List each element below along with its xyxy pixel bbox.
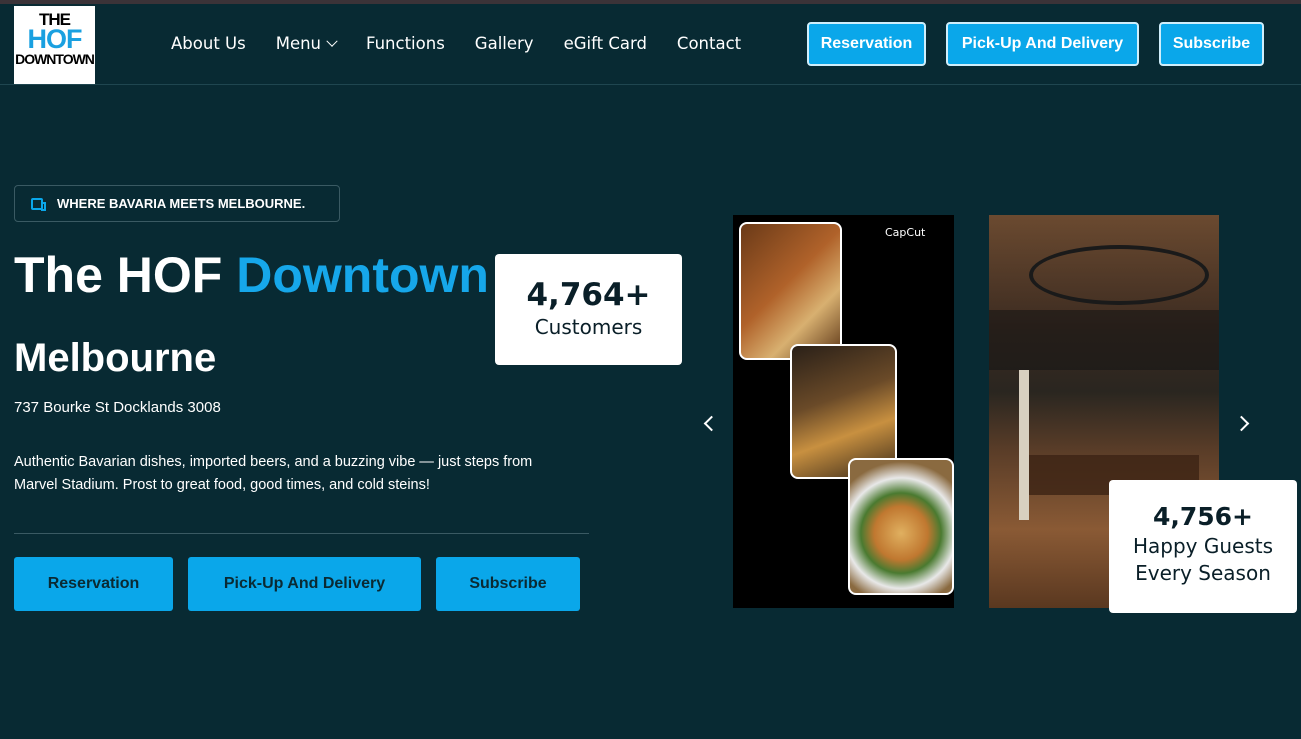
chevron-down-icon	[326, 35, 338, 47]
header-reservation-button[interactable]: Reservation	[807, 22, 926, 66]
title-part-1: The HOF	[14, 247, 223, 303]
divider	[14, 533, 589, 534]
site-logo[interactable]: THE HOF DOWNTOWN	[14, 6, 95, 84]
food-collage-image: CapCut	[733, 215, 954, 608]
stat-label: Customers	[534, 315, 643, 339]
hero-pickup-delivery-button[interactable]: Pick-Up And Delivery	[188, 557, 421, 611]
balcony-shape	[989, 310, 1219, 370]
stat-label-line-1: Happy Guests	[1132, 534, 1274, 558]
logo-line-3: DOWNTOWN	[15, 51, 95, 67]
collage-photo-chicken	[739, 222, 842, 360]
collage-photo-pasta	[848, 458, 954, 595]
nav-item-menu[interactable]: Menu	[275, 34, 338, 53]
chevron-right-icon[interactable]	[1233, 415, 1250, 432]
main-nav: About Us Menu Functions Gallery eGift Ca…	[171, 34, 771, 53]
tagline-text: WHERE BAVARIA MEETS MELBOURNE.	[57, 196, 306, 211]
site-header: THE HOF DOWNTOWN About Us Menu Functions…	[0, 4, 1301, 85]
beer-mug-icon	[31, 197, 46, 211]
nav-item-contact[interactable]: Contact	[677, 34, 741, 53]
stat-value: 4,764+	[526, 277, 651, 313]
stat-label-line-2: Every Season	[1135, 561, 1271, 585]
logo-line-2: HOF	[27, 24, 83, 54]
nav-item-gallery[interactable]: Gallery	[475, 34, 534, 53]
page-title: The HOF Downtown	[14, 246, 489, 304]
nav-item-functions[interactable]: Functions	[366, 34, 445, 53]
chevron-left-icon[interactable]	[703, 415, 720, 432]
stat-value: 4,756+	[1152, 502, 1254, 531]
chandelier-shape	[1029, 245, 1209, 305]
stat-card-happy-guests: 4,756+ Happy Guests Every Season	[1109, 480, 1297, 613]
tagline-badge: WHERE BAVARIA MEETS MELBOURNE.	[14, 185, 340, 222]
address: 737 Bourke St Docklands 3008	[14, 399, 221, 416]
hero-reservation-button[interactable]: Reservation	[14, 557, 173, 611]
header-pickup-delivery-button[interactable]: Pick-Up And Delivery	[946, 22, 1139, 66]
nav-item-about-us[interactable]: About Us	[171, 34, 246, 53]
hero-subscribe-button[interactable]: Subscribe	[436, 557, 580, 611]
header-subscribe-button[interactable]: Subscribe	[1159, 22, 1264, 66]
pillar-shape	[1019, 370, 1029, 520]
stat-card-customers: 4,764+ Customers	[495, 254, 682, 365]
capcut-watermark: CapCut	[885, 226, 926, 239]
nav-item-egift-card[interactable]: eGift Card	[564, 34, 647, 53]
hero-description: Authentic Bavarian dishes, imported beer…	[14, 454, 533, 493]
nav-item-menu-label: Menu	[275, 34, 322, 53]
page-subtitle: Melbourne	[14, 336, 217, 380]
title-part-2: Downtown	[236, 247, 489, 303]
